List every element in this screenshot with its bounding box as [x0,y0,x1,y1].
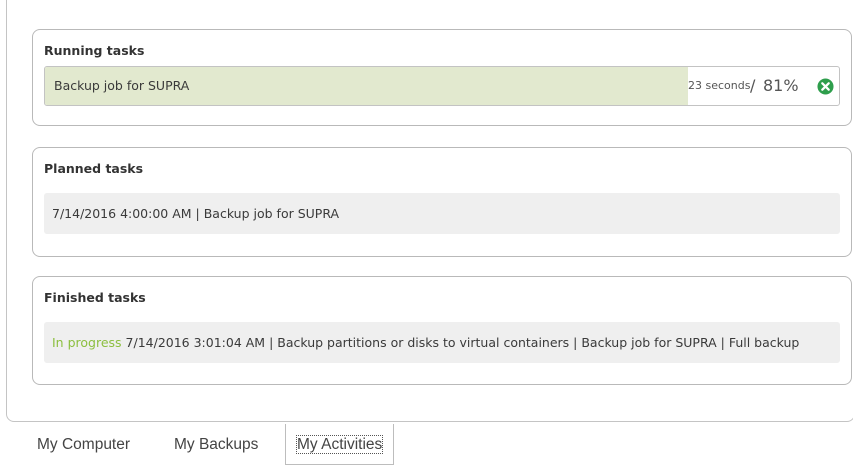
planned-task-row[interactable]: 7/14/2016 4:00:00 AM | Backup job for SU… [44,193,840,234]
finished-tasks-title: Finished tasks [44,290,146,305]
cancel-circle-icon[interactable] [817,78,834,95]
running-tasks-panel: Running tasks Backup job for SUPRA 23 se… [32,29,852,126]
planned-task-text: 7/14/2016 4:00:00 AM | Backup job for SU… [52,206,340,221]
activities-container: Running tasks Backup job for SUPRA 23 se… [6,0,853,422]
tab-my-computer-label: My Computer [37,436,131,453]
running-tasks-title: Running tasks [44,43,145,58]
tab-my-backups-label: My Backups [174,436,259,453]
tab-my-computer[interactable]: My Computer [37,424,130,465]
progress-percent: 81% [763,76,799,95]
running-task-row: Backup job for SUPRA 23 seconds / 81% [44,66,840,106]
finished-task-line: In progress 7/14/2016 3:01:04 AM | Backu… [52,322,799,363]
planned-tasks-title: Planned tasks [44,161,144,176]
finished-task-row[interactable]: In progress 7/14/2016 3:01:04 AM | Backu… [44,322,840,363]
status-in-progress: In progress [52,335,122,350]
running-job-label: Backup job for SUPRA [54,78,190,93]
tab-my-activities-label: My Activities [296,435,384,454]
tab-my-activities[interactable]: My Activities [285,424,395,465]
tab-my-backups[interactable]: My Backups [174,424,258,465]
finished-task-text: 7/14/2016 3:01:04 AM | Backup partitions… [125,335,800,350]
finished-tasks-panel: Finished tasks In progress 7/14/2016 3:0… [32,276,852,385]
planned-tasks-panel: Planned tasks 7/14/2016 4:00:00 AM | Bac… [32,147,852,257]
progress-separator: / [750,76,756,95]
time-remaining: 23 seconds [688,79,751,92]
